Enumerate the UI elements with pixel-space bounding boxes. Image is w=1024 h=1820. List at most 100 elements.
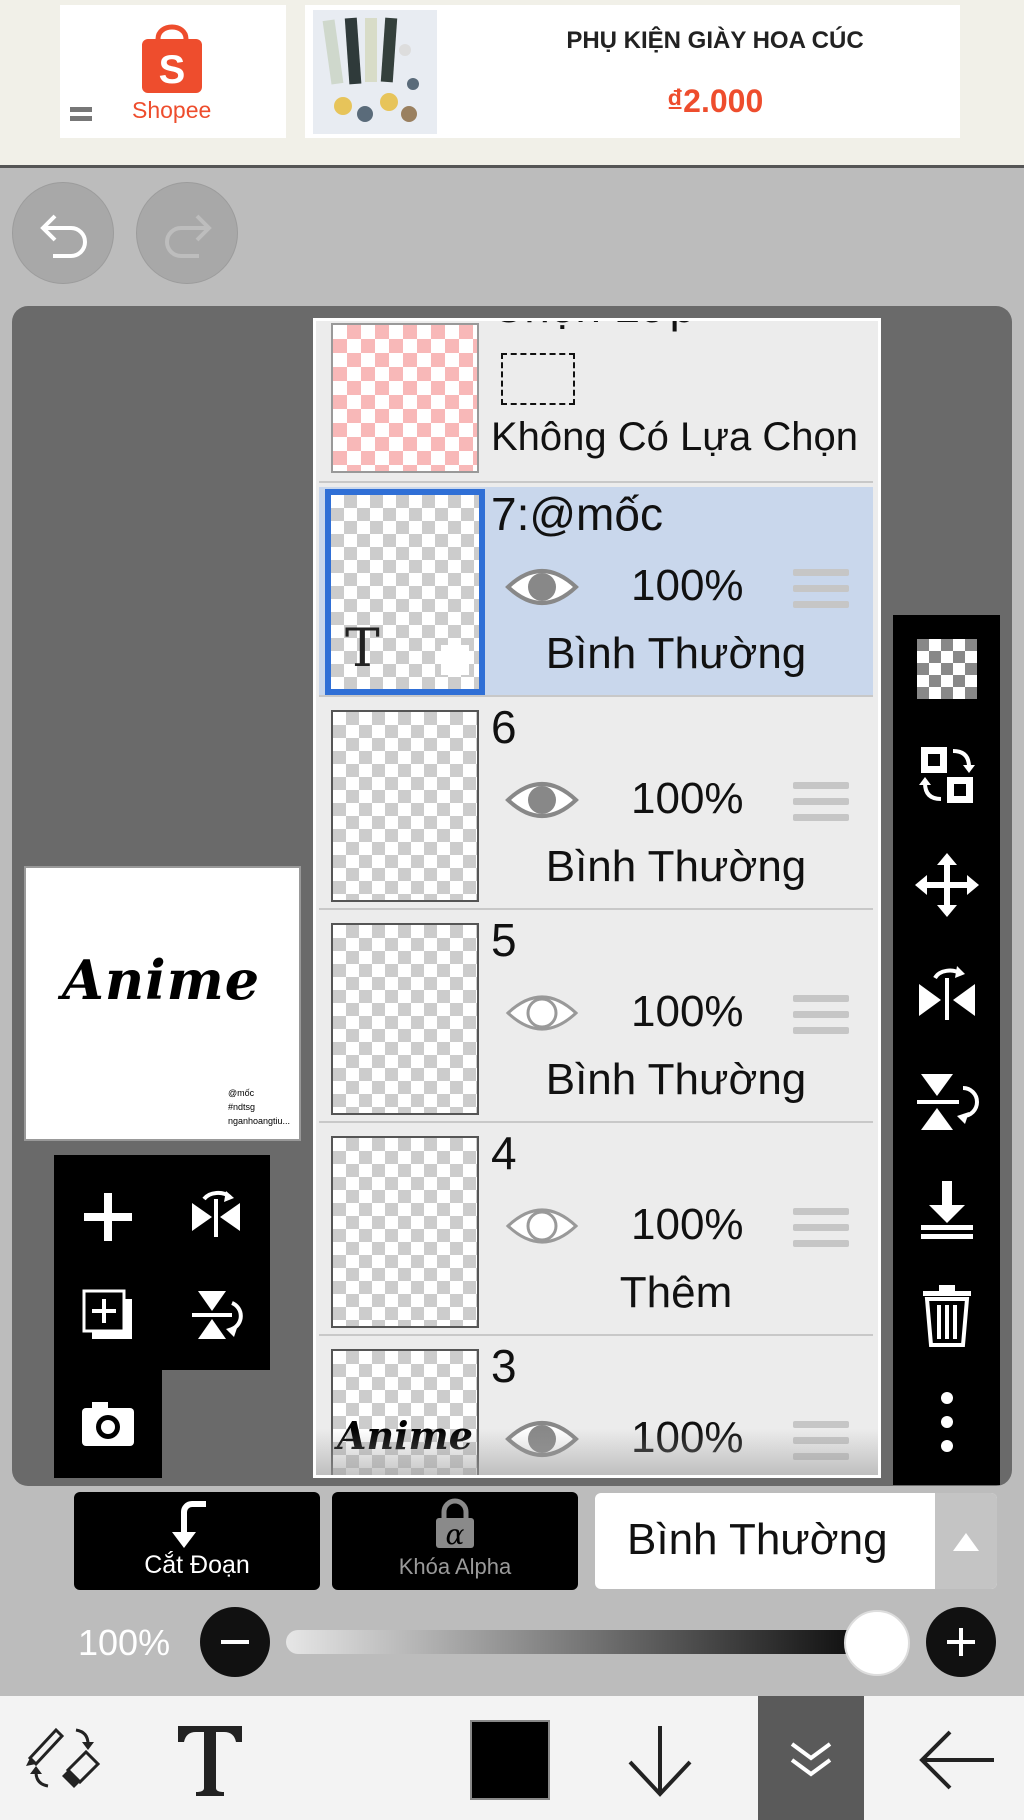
- preview-credit-line: nganhoangtiu...: [228, 1116, 291, 1126]
- menu-icon[interactable]: [70, 105, 92, 125]
- layer-opacity: 100%: [631, 561, 744, 610]
- drag-handle-icon[interactable]: [793, 782, 849, 826]
- preview-credit: @mốc #ndtsg nganhoangtiu...: [228, 1086, 290, 1128]
- layer-name: 7:@mốc: [491, 488, 663, 540]
- undo-icon: [40, 214, 87, 258]
- undo-button[interactable]: [12, 182, 114, 284]
- visibility-eye-icon[interactable]: [504, 561, 580, 613]
- ad-product-title: PHỤ KIỆN GIÀY HOA CÚC: [566, 27, 864, 54]
- more-options-icon[interactable]: [915, 1390, 979, 1454]
- layer-name: 3: [491, 1340, 517, 1392]
- layer-blend-mode: Bình Thường: [545, 629, 807, 678]
- text-layer-icon: T: [345, 619, 380, 679]
- layer-blend-mode: Bình Thường: [545, 1055, 807, 1104]
- back-arrow-icon[interactable]: [916, 1730, 996, 1790]
- layer-opacity: 100%: [631, 774, 744, 823]
- selection-marquee-icon: [501, 353, 575, 405]
- preview-title-text: Anime: [62, 948, 261, 1012]
- flip-horizontal-icon[interactable]: [186, 1187, 246, 1247]
- drag-handle-icon[interactable]: [793, 1208, 849, 1252]
- layer-row-6[interactable]: 6 100% Bình Thường: [319, 700, 873, 910]
- layers-panel-toggle[interactable]: [758, 1696, 864, 1820]
- minus-icon: [221, 1640, 249, 1644]
- redo-button[interactable]: [136, 182, 238, 284]
- arrow-down-icon[interactable]: [626, 1722, 694, 1798]
- hidden-eye-icon[interactable]: [504, 1200, 580, 1252]
- clipping-button[interactable]: Cắt Đoạn: [74, 1492, 320, 1590]
- layer-thumbnail: [331, 923, 479, 1115]
- flip-layer-vertical-icon[interactable]: [915, 1070, 979, 1134]
- layer-blend-mode: Bình Thường: [545, 842, 807, 891]
- selection-layer-title: Chọn Lớp: [491, 321, 695, 333]
- ad-product-image: [313, 10, 437, 134]
- opacity-value: 100%: [78, 1622, 171, 1663]
- layer-name: 5: [491, 914, 517, 966]
- layer-name: 4: [491, 1127, 517, 1179]
- layer-list[interactable]: Chọn Lớp Không Có Lựa Chọn T 7:@mốc 100%…: [316, 321, 878, 1475]
- bottom-toolbar: [0, 1696, 1024, 1820]
- drag-handle-icon[interactable]: [793, 995, 849, 1039]
- ad-product-box[interactable]: PHỤ KIỆN GIÀY HOA CÚC ₫2.000: [305, 5, 960, 138]
- preview-credit-line: @mốc: [228, 1088, 255, 1098]
- merge-down-icon[interactable]: [915, 1177, 979, 1241]
- double-chevron-down-icon: [790, 1742, 832, 1777]
- redo-icon: [165, 214, 212, 258]
- blend-mode-dropdown[interactable]: [935, 1493, 997, 1589]
- ad-banner[interactable]: S Shopee PHỤ KIỆN GIÀY HOA CÚC ₫2.000: [0, 0, 1024, 168]
- layer-row-4[interactable]: 4 100% Thêm: [319, 1126, 873, 1336]
- layer-panel[interactable]: Chọn Lớp Không Có Lựa Chọn T 7:@mốc 100%…: [313, 318, 881, 1478]
- chevron-up-icon: [953, 1533, 979, 1551]
- blend-mode-value: Bình Thường: [627, 1515, 888, 1564]
- shopee-bag-icon: S: [142, 24, 202, 93]
- canvas-preview[interactable]: Anime @mốc #ndtsg nganhoangtiu...: [24, 866, 301, 1141]
- delete-layer-icon[interactable]: [915, 1283, 979, 1347]
- layer-actions-toolbar: [893, 615, 1000, 1485]
- opacity-increase-button[interactable]: [926, 1607, 996, 1677]
- text-tool-icon[interactable]: [174, 1722, 246, 1798]
- hidden-eye-icon[interactable]: [504, 987, 580, 1039]
- add-layer-icon[interactable]: [78, 1187, 138, 1247]
- layer-blend-mode: Thêm: [619, 1268, 733, 1317]
- list-fade: [316, 1429, 878, 1475]
- move-icon[interactable]: [915, 853, 979, 917]
- layer-tools-panel: [54, 1155, 270, 1370]
- opacity-decrease-button[interactable]: [200, 1607, 270, 1677]
- ad-brand-name: Shopee: [132, 97, 212, 123]
- layer-opacity: 100%: [631, 987, 744, 1036]
- layer-opacity: 100%: [631, 1200, 744, 1249]
- layer-thumbnail: [331, 710, 479, 902]
- layer-thumbnail: T: [325, 489, 485, 695]
- drag-handle-icon[interactable]: [793, 569, 849, 613]
- swap-layer-icon[interactable]: [915, 743, 979, 807]
- layer-tools-panel-lower: [54, 1370, 162, 1478]
- preview-credit-line: #ndtsg: [228, 1102, 256, 1112]
- current-color-swatch[interactable]: [470, 1720, 550, 1800]
- add-layer-copy-icon[interactable]: [78, 1285, 138, 1345]
- opacity-slider-track[interactable]: [286, 1630, 896, 1654]
- blend-mode-select[interactable]: Bình Thường: [595, 1493, 997, 1589]
- layer-row-7[interactable]: T 7:@mốc 100% Bình Thường: [319, 487, 873, 697]
- alpha-symbol: α: [445, 1518, 465, 1551]
- layer-thumb-credit: [441, 645, 469, 675]
- transparency-checker-icon[interactable]: [915, 637, 979, 701]
- selection-layer-status: Không Có Lựa Chọn: [491, 415, 859, 459]
- plus-icon: [947, 1628, 975, 1656]
- visibility-eye-icon[interactable]: [504, 774, 580, 826]
- selection-layer-thumbnail: [331, 323, 479, 473]
- flip-layer-horizontal-icon[interactable]: [915, 960, 979, 1024]
- alpha-lock-label: Khóa Alpha: [398, 1554, 512, 1579]
- alpha-lock-button[interactable]: α Khóa Alpha: [332, 1492, 578, 1590]
- camera-icon[interactable]: [78, 1394, 138, 1454]
- brush-eraser-swap-icon[interactable]: [22, 1720, 102, 1796]
- selection-layer-row[interactable]: Chọn Lớp Không Có Lựa Chọn: [319, 321, 873, 483]
- clipping-arrow-icon: [172, 1501, 206, 1548]
- layer-thumbnail: [331, 1136, 479, 1328]
- opacity-slider-knob[interactable]: [844, 1610, 910, 1676]
- ad-price: ₫2.000: [666, 83, 764, 119]
- layer-row-5[interactable]: 5 100% Bình Thường: [319, 913, 873, 1123]
- svg-text:S: S: [159, 48, 186, 92]
- flip-vertical-icon[interactable]: [186, 1285, 246, 1345]
- ad-brand-box[interactable]: S Shopee: [60, 5, 286, 138]
- clipping-label: Cắt Đoạn: [144, 1551, 250, 1579]
- layer-name: 6: [491, 701, 517, 753]
